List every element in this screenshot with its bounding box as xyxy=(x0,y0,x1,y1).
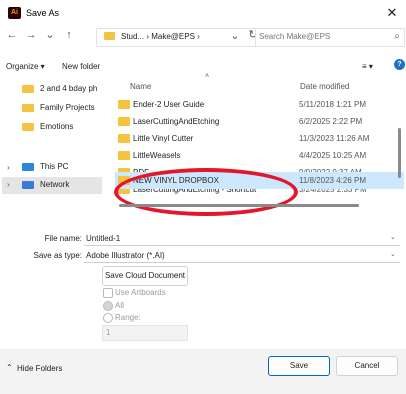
vertical-scrollbar[interactable] xyxy=(398,128,401,178)
file-name-dropdown-icon[interactable]: ⌄ xyxy=(390,233,396,241)
save-cloud-document-button[interactable]: Save Cloud Document xyxy=(102,266,188,286)
file-name: Little Vinyl Cutter xyxy=(133,134,194,143)
pc-icon xyxy=(22,163,34,171)
folder-icon xyxy=(22,85,34,93)
folder-icon xyxy=(118,134,130,143)
back-arrow-icon[interactable]: ← xyxy=(5,27,19,43)
sidebar-item-emotions[interactable]: Emotions xyxy=(40,121,73,132)
file-name: Ender-2 User Guide xyxy=(133,100,205,109)
column-header-date-modified[interactable]: Date modified xyxy=(300,82,349,91)
save-as-type-value: Adobe Illustrator (*.AI) xyxy=(86,251,165,260)
all-radio[interactable] xyxy=(103,301,113,311)
range-radio[interactable] xyxy=(103,313,113,323)
save-as-type-dropdown-icon[interactable]: ⌄ xyxy=(390,250,396,258)
sidebar-item-this-pc[interactable]: This PC xyxy=(40,161,68,172)
file-name-label: File name: xyxy=(44,234,82,243)
file-name: LaserCuttingAndEtching xyxy=(133,117,220,126)
recent-locations-chevron-icon[interactable]: ⌄ xyxy=(43,27,57,43)
range-label: Range: xyxy=(115,313,141,322)
hide-folders-chevron-icon[interactable]: ⌃ xyxy=(6,362,13,373)
list-item[interactable]: LittleWeasels 4/4/2025 10:25 AM xyxy=(115,147,404,164)
file-date: 11/3/2023 11:26 AM xyxy=(299,134,370,143)
save-button[interactable]: Save xyxy=(268,356,330,376)
file-date: 5/11/2018 1:21 PM xyxy=(299,100,367,109)
forward-arrow-icon[interactable]: → xyxy=(24,27,38,43)
organize-menu[interactable]: Organize ▾ xyxy=(6,61,45,72)
folder-icon xyxy=(118,117,130,126)
all-label: All xyxy=(115,301,124,310)
use-artboards-label: Use Artboards xyxy=(115,288,166,297)
file-date: 4/4/2025 10:25 AM xyxy=(299,151,367,160)
folder-icon xyxy=(118,100,130,109)
folder-icon xyxy=(118,151,130,160)
red-annotation-ellipse xyxy=(114,168,298,216)
view-options-icon[interactable]: ≡ ▾ xyxy=(362,61,373,72)
sidebar-item-network[interactable]: Network xyxy=(40,179,69,190)
range-input[interactable] xyxy=(102,325,188,341)
file-date: 11/8/2023 4:26 PM xyxy=(299,176,367,185)
expand-chevron-icon[interactable]: › xyxy=(7,163,10,172)
file-name-value: Untitled-1 xyxy=(86,234,121,243)
illustrator-app-icon: Ai xyxy=(8,7,21,19)
address-dropdown-icon[interactable]: ⌄ xyxy=(228,28,242,44)
column-header-name[interactable]: Name xyxy=(130,82,151,91)
range-value: 1 xyxy=(106,328,111,337)
close-icon[interactable]: ✕ xyxy=(382,3,402,23)
folder-icon xyxy=(22,104,34,112)
search-placeholder: Search Make@EPS xyxy=(259,32,331,41)
sort-up-icon: ˄ xyxy=(205,73,210,80)
cancel-button[interactable]: Cancel xyxy=(336,356,398,376)
save-as-type-label: Save as type: xyxy=(33,251,82,260)
hide-folders-toggle[interactable]: Hide Folders xyxy=(17,363,62,374)
file-name-field[interactable] xyxy=(84,231,400,246)
help-icon[interactable]: ? xyxy=(394,59,405,70)
sidebar-item-2-and-4-bday[interactable]: 2 and 4 bday ph xyxy=(40,83,97,94)
horizontal-scrollbar[interactable] xyxy=(119,204,359,207)
file-name: LittleWeasels xyxy=(133,151,181,160)
folder-icon xyxy=(104,32,115,40)
use-artboards-checkbox[interactable] xyxy=(103,288,113,298)
file-date: 6/2/2025 2:22 PM xyxy=(299,117,363,126)
search-icon[interactable]: ⌕ xyxy=(390,29,404,45)
up-arrow-icon[interactable]: ↑ xyxy=(62,27,76,43)
window-title: Save As xyxy=(26,8,60,18)
title-bar xyxy=(0,0,406,26)
network-icon xyxy=(22,181,34,189)
breadcrumb[interactable]: Stud... › Make@EPS › xyxy=(121,31,200,42)
list-item[interactable]: Ender-2 User Guide 5/11/2018 1:21 PM xyxy=(115,96,404,113)
expand-chevron-icon[interactable]: › xyxy=(7,180,10,189)
new-folder-button[interactable]: New folder xyxy=(62,61,100,72)
folder-icon xyxy=(22,123,34,131)
list-item[interactable]: LaserCuttingAndEtching 6/2/2025 2:22 PM xyxy=(115,113,404,130)
list-item[interactable]: Little Vinyl Cutter 11/3/2023 11:26 AM xyxy=(115,130,404,147)
sidebar-item-family-projects[interactable]: Family Projects xyxy=(40,102,95,113)
